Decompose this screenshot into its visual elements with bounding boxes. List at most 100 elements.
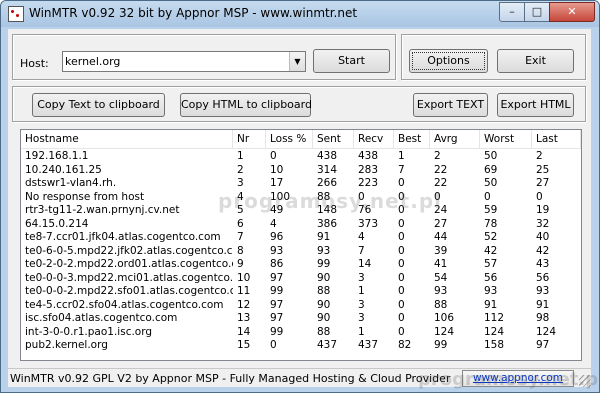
table-cell: 7: [358, 244, 365, 257]
table-row[interactable]: te0-0-0-3.mpd22.mci01.atlas.cogentco.com…: [21, 272, 581, 285]
table-cell: 0: [398, 285, 405, 297]
column-header[interactable]: Sent: [313, 130, 354, 148]
table-cell: 437: [358, 339, 379, 351]
app-icon: [8, 6, 24, 22]
close-button[interactable]: ✕: [549, 2, 595, 22]
table-cell: 0: [398, 312, 405, 324]
copy-html-button[interactable]: Copy HTML to clipboard: [180, 93, 312, 117]
table-cell: 0: [398, 271, 405, 284]
table-cell: 93: [270, 244, 284, 257]
table-cell: 0: [398, 298, 405, 311]
table-cell: 27: [536, 177, 550, 189]
table-cell: 386: [317, 217, 338, 230]
table-cell: 6: [237, 217, 244, 230]
exit-button[interactable]: Exit: [497, 49, 574, 73]
table-row[interactable]: te0-6-0-5.mpd22.jfk02.atlas.cogentco.com…: [21, 245, 581, 258]
minimize-button[interactable]: –: [499, 2, 525, 22]
table-cell: 22: [434, 163, 448, 176]
winmtr-window: WinMTR v0.92 32 bit by Appnor MSP - www.…: [0, 0, 600, 393]
table-cell: 124: [484, 325, 505, 338]
table-cell: 52: [484, 231, 498, 243]
table-cell: 91: [317, 231, 331, 243]
host-input[interactable]: [65, 53, 295, 69]
chevron-down-icon[interactable]: ▼: [289, 52, 305, 71]
title-bar[interactable]: WinMTR v0.92 32 bit by Appnor MSP - www.…: [1, 1, 599, 27]
column-header[interactable]: Loss %: [266, 130, 313, 148]
table-cell: 42: [536, 244, 550, 257]
column-header[interactable]: Last: [532, 130, 581, 148]
table-cell: 93: [317, 244, 331, 257]
table-cell: 27: [434, 217, 448, 230]
table-cell: 7: [398, 163, 405, 176]
table-cell: 7: [237, 231, 244, 243]
table-cell: 54: [434, 271, 448, 284]
results-listview[interactable]: Hostname Nr Loss % Sent Recv Best Avrg Worst Las…: [20, 129, 582, 361]
table-cell: 93: [484, 285, 498, 297]
table-cell: 0: [398, 244, 405, 257]
table-row[interactable]: int-3-0-0.r1.pao1.isc.org 14 99 88 1 0 124 124 1…: [21, 326, 581, 339]
maximize-button[interactable]: □: [524, 2, 550, 22]
table-cell: 124: [434, 325, 455, 338]
column-header[interactable]: Avrg: [430, 130, 480, 148]
table-cell: 0: [398, 217, 405, 230]
table-cell: dstswr1-vlan4.rh.: [25, 177, 117, 189]
table-cell: te0-0-0-3.mpd22.mci01.atlas.cogentco.com: [25, 271, 233, 284]
table-cell: 10.240.161.25: [25, 163, 102, 176]
start-button[interactable]: Start: [313, 49, 390, 73]
column-header[interactable]: Recv: [354, 130, 394, 148]
table-cell: 90: [317, 312, 331, 324]
column-header[interactable]: Nr: [233, 130, 266, 148]
table-cell: 99: [317, 258, 331, 270]
table-cell: 0: [484, 190, 491, 203]
table-cell: 124: [536, 325, 557, 338]
table-cell: 0: [270, 150, 277, 162]
table-row[interactable]: pub2.kernel.org 15 0 437 437 82 99 158 97: [21, 339, 581, 352]
table-cell: 91: [484, 298, 498, 311]
table-cell: 56: [536, 271, 550, 284]
table-row[interactable]: te0-0-0-2.mpd22.sfo01.atlas.cogentco.com…: [21, 285, 581, 298]
table-cell: 11: [237, 285, 251, 297]
table-cell: 10: [237, 271, 251, 284]
table-cell: 0: [536, 190, 543, 203]
table-cell: 3: [358, 271, 365, 284]
table-cell: te4-5.ccr02.sfo04.atlas.cogentco.com: [25, 298, 224, 311]
host-combobox[interactable]: ▼: [62, 51, 306, 72]
table-row[interactable]: 10.240.161.25 2 10 314 283 7 22 69 25: [21, 164, 581, 177]
table-cell: No response from host: [25, 190, 145, 203]
watermark: programosy.net.pl: [218, 189, 443, 213]
table-cell: 50: [484, 150, 498, 162]
table-cell: 97: [270, 271, 284, 284]
table-cell: 1: [398, 150, 405, 162]
table-cell: 9: [237, 258, 244, 270]
table-cell: 158: [484, 339, 505, 351]
table-cell: 12: [237, 298, 251, 311]
table-row[interactable]: 64.15.0.214 6 4 386 373 0 27 78 32: [21, 218, 581, 231]
table-cell: 8: [237, 244, 244, 257]
client-area: Host: ▼ Start Options Exit Copy Text to …: [8, 29, 599, 390]
copy-text-button[interactable]: Copy Text to clipboard: [32, 93, 165, 117]
table-cell: 42: [484, 244, 498, 257]
table-cell: 88: [317, 285, 331, 297]
column-header[interactable]: Worst: [480, 130, 532, 148]
table-cell: 14: [237, 325, 251, 338]
export-html-button[interactable]: Export HTML: [497, 93, 574, 117]
column-header[interactable]: Hostname: [21, 130, 233, 148]
table-cell: 1: [358, 285, 365, 297]
table-cell: 82: [398, 339, 412, 351]
table-cell: 97: [536, 339, 550, 351]
column-header[interactable]: Best: [394, 130, 430, 148]
table-row[interactable]: te0-2-0-2.mpd22.ord01.atlas.cogentco.com…: [21, 258, 581, 271]
table-cell: 88: [434, 298, 448, 311]
export-text-button[interactable]: Export TEXT: [413, 93, 488, 117]
table-cell: 69: [484, 163, 498, 176]
table-cell: 44: [434, 231, 448, 243]
table-row[interactable]: 192.168.1.1 1 0 438 438 1 2 50 2: [21, 150, 581, 163]
table-row[interactable]: te8-7.ccr01.jfk04.atlas.cogentco.com 7 96 9…: [21, 231, 581, 244]
status-text: WinMTR v0.92 GPL V2 by Appnor MSP - Full…: [10, 372, 451, 385]
options-button[interactable]: Options: [409, 49, 488, 73]
table-cell: 314: [317, 163, 338, 176]
table-cell: 106: [434, 312, 455, 324]
table-row[interactable]: te4-5.ccr02.sfo04.atlas.cogentco.com 12 97…: [21, 299, 581, 312]
table-row[interactable]: isc.sfo04.atlas.cogentco.com 13 97 90 3 0 106 1…: [21, 312, 581, 325]
table-cell: 78: [484, 217, 498, 230]
